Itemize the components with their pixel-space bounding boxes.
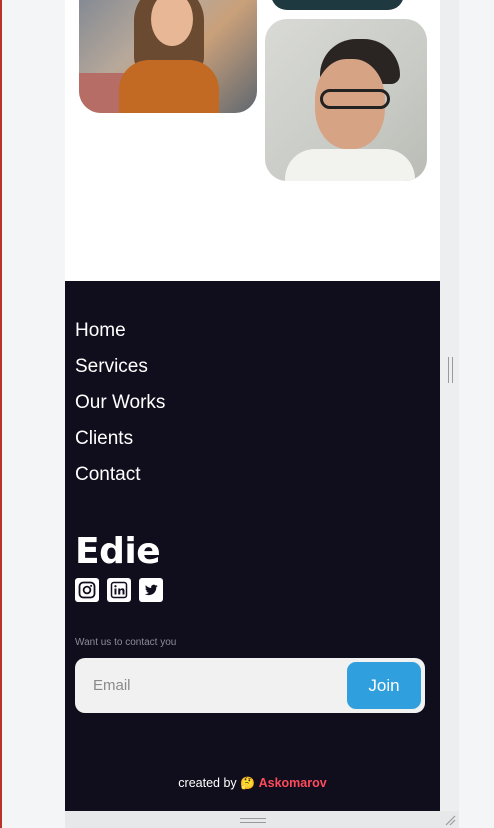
photo-gallery	[65, 0, 440, 281]
photo-smiling-man	[265, 19, 427, 181]
window-left-edge	[0, 0, 2, 828]
join-button[interactable]: Join	[347, 662, 421, 709]
vertical-resize-handle[interactable]	[240, 818, 266, 823]
nav-item-home[interactable]: Home	[75, 319, 165, 355]
author-link[interactable]: Askomarov	[259, 776, 327, 790]
footer-nav: Home Services Our Works Clients Contact	[75, 319, 165, 499]
corner-resize-icon[interactable]	[444, 814, 456, 826]
twitter-icon[interactable]	[139, 578, 163, 602]
credit-prefix: created by	[178, 776, 237, 790]
right-resize-panel	[440, 0, 459, 811]
site-footer: Home Services Our Works Clients Contact …	[65, 281, 440, 811]
nav-item-clients[interactable]: Clients	[75, 427, 165, 463]
photo-smiling-woman	[79, 0, 257, 113]
credit-line: created by 🤔 Askomarov	[65, 776, 440, 790]
thinking-face-icon: 🤔	[240, 776, 256, 790]
brand-logo[interactable]: Edie	[75, 531, 161, 572]
social-links	[75, 578, 163, 602]
horizontal-resize-handle[interactable]	[448, 357, 453, 383]
email-signup-form: Join	[75, 658, 425, 713]
contact-prompt: Want us to contact you	[75, 637, 177, 648]
nav-item-contact[interactable]: Contact	[75, 463, 165, 499]
device-frame: Home Services Our Works Clients Contact …	[65, 0, 440, 811]
nav-item-our-works[interactable]: Our Works	[75, 391, 165, 427]
bottom-resize-bar	[65, 811, 459, 828]
nav-item-services[interactable]: Services	[75, 355, 165, 391]
linkedin-icon[interactable]	[107, 578, 131, 602]
instagram-icon[interactable]	[75, 578, 99, 602]
email-input[interactable]	[93, 672, 333, 698]
photo-partial-top	[271, 0, 404, 10]
